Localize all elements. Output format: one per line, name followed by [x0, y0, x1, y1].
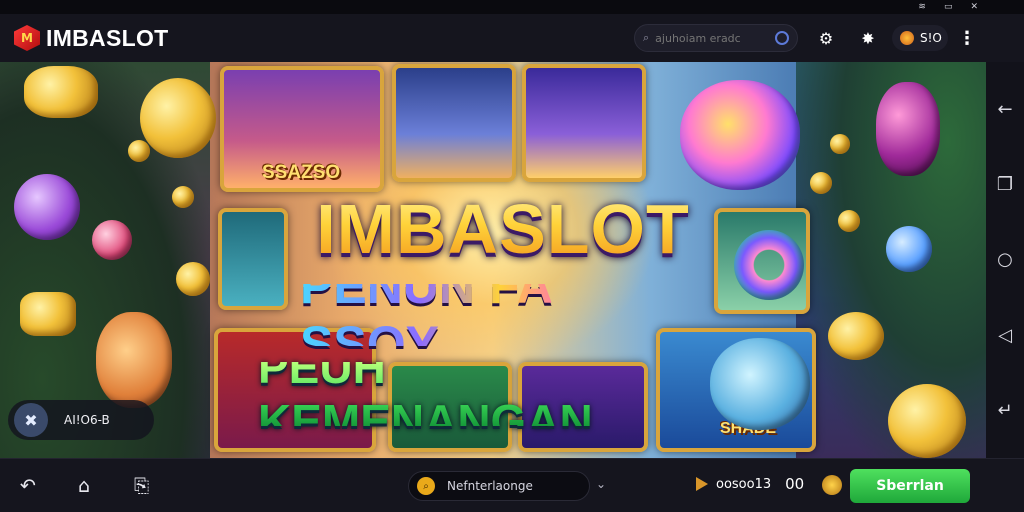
blue-gem-icon [886, 226, 932, 272]
game-card[interactable] [522, 64, 646, 182]
rotate-arrow-icon[interactable]: ↵ [997, 400, 1012, 421]
home-circle-icon[interactable]: ○ [997, 249, 1013, 270]
coin-icon [822, 475, 842, 495]
gold-coin-icon [828, 312, 884, 360]
game-search-value: Nefnterlaonge [447, 479, 533, 493]
gold-coin-icon [140, 78, 216, 158]
game-card-label: SSAZSO [262, 162, 341, 183]
search-icon: ⌕ [643, 31, 650, 44]
gold-coin-icon [128, 140, 150, 162]
avatar: ✖ [14, 403, 48, 437]
banner-subtitle-2: PEUH KEMENANGAN [258, 341, 728, 447]
gold-coin-icon [810, 172, 832, 194]
voice-icon[interactable] [775, 31, 789, 45]
balance-value: 00 [785, 475, 805, 493]
search-input[interactable] [655, 31, 766, 45]
rainbow-swirl-icon [734, 230, 804, 300]
game-search-field[interactable]: ⌕ Nefnterlaonge [408, 471, 590, 501]
undo-icon[interactable]: ↶ [20, 475, 36, 497]
gold-coin-icon [20, 292, 76, 336]
user-chip[interactable]: ✖ AI!O6-B [8, 400, 154, 440]
balance-display: oosoo13 00 [696, 475, 804, 493]
gold-coin-icon [888, 384, 966, 458]
banner-subtitle-1: PENUN FA SSOY [300, 258, 700, 372]
logo[interactable]: M IMBASLOT [14, 25, 169, 52]
game-card[interactable]: SSAZSO [220, 66, 384, 192]
coin-icon [900, 31, 914, 45]
gold-coin-icon [24, 66, 98, 118]
fox-creature-icon [96, 312, 172, 408]
rainbow-cat-creature-icon [680, 80, 800, 190]
gold-coin-icon [172, 186, 194, 208]
battery-icon: ▭ [943, 2, 953, 12]
coin-balance-pill[interactable]: S!O [892, 25, 948, 51]
chevron-down-icon[interactable]: ⌄ [596, 477, 606, 491]
purple-gem-icon [14, 174, 80, 240]
back-arrow-icon[interactable]: ← [997, 99, 1012, 120]
play-icon [696, 477, 708, 491]
game-card[interactable] [392, 64, 516, 182]
search-box[interactable]: ⌕ [634, 24, 798, 52]
promo-banner[interactable]: SSAZSO SHADE IMBASLOT P [0, 62, 986, 458]
nav-rail: ← ❐ ○ ◁ ↵ [986, 62, 1024, 458]
primary-cta-button[interactable]: Sberrlan [850, 469, 970, 503]
status-bar: ≋ ▭ ✕ [0, 0, 1024, 14]
back-triangle-icon[interactable]: ◁ [998, 325, 1012, 346]
gold-coin-icon [176, 262, 210, 296]
share-icon[interactable]: ⎘ [134, 475, 149, 497]
gold-coin-icon [830, 134, 850, 154]
recent-apps-icon[interactable]: ❐ [997, 174, 1013, 195]
bottom-bar: ↶ ⌂ ⎘ ⌕ Nefnterlaonge ⌄ oosoo13 00 Sberr… [0, 458, 1024, 512]
balance-label: oosoo13 [716, 476, 772, 492]
star-badge-icon[interactable]: ✸ [858, 28, 878, 48]
settings-gear-icon[interactable]: ⚙ [816, 28, 836, 48]
more-menu-icon[interactable]: ⋮ [958, 28, 976, 49]
logo-mark-icon: M [14, 25, 40, 51]
app-screen: ≋ ▭ ✕ M IMBASLOT ⌕ ⚙ ✸ S!O ⋮ SSAZSO [0, 0, 1024, 512]
user-chip-label: AI!O6-B [64, 413, 110, 427]
coin-value: S!O [920, 31, 942, 45]
close-icon[interactable]: ✕ [970, 0, 978, 14]
wifi-icon: ≋ [918, 2, 926, 12]
pink-creature-icon [876, 82, 940, 176]
pink-gem-icon [92, 220, 132, 260]
magnifier-icon: ⌕ [417, 477, 435, 495]
header: M IMBASLOT ⌕ ⚙ ✸ S!O ⋮ [0, 14, 1024, 62]
gold-coin-icon [838, 210, 860, 232]
logo-text: IMBASLOT [46, 24, 169, 51]
home-icon[interactable]: ⌂ [78, 475, 90, 497]
